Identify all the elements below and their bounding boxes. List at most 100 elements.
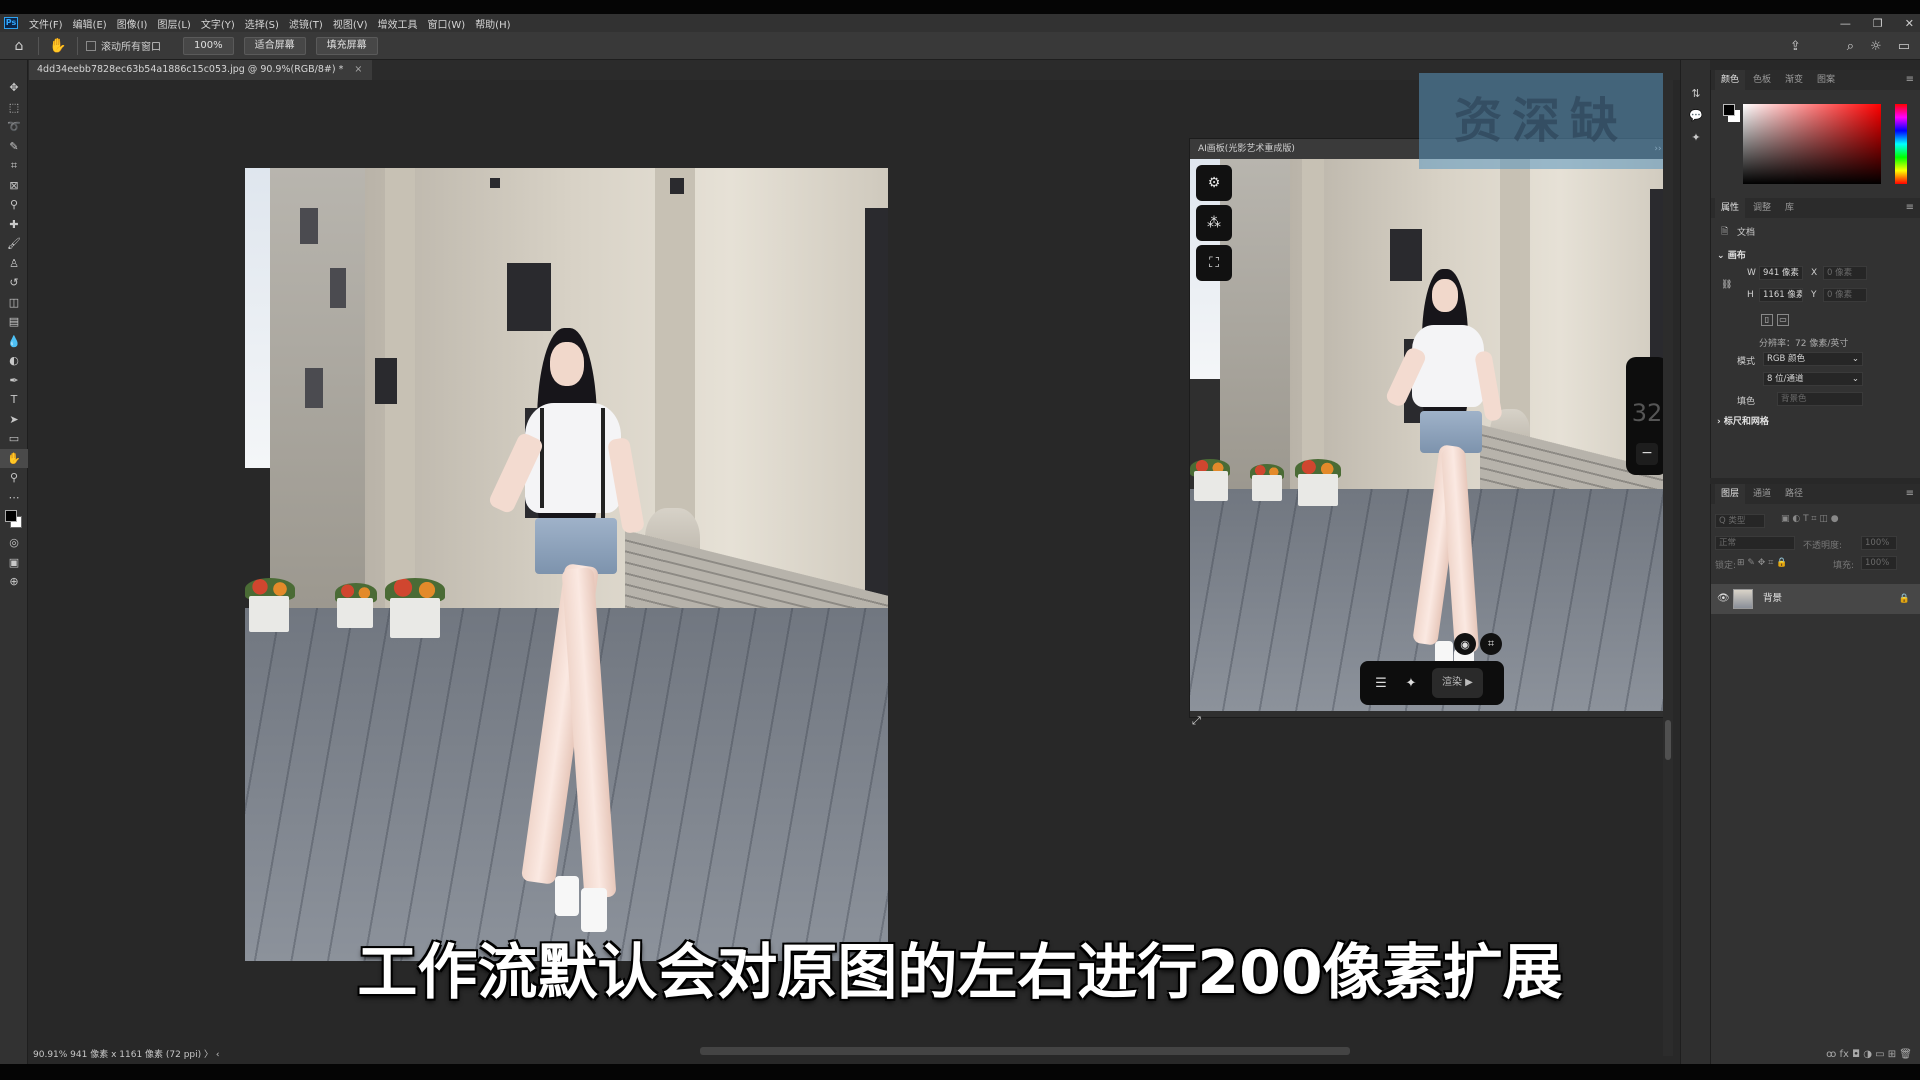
width-field[interactable]: 941 像素 xyxy=(1759,266,1803,280)
horizontal-scrollbar[interactable] xyxy=(700,1047,1350,1055)
panel-foreground-swatch[interactable] xyxy=(1723,104,1735,116)
path-select-tool-icon[interactable]: ➤ xyxy=(0,410,28,430)
menu-plugins[interactable]: 增效工具 xyxy=(372,16,422,31)
stamp-tool-icon[interactable]: ♙ xyxy=(0,254,28,274)
more-tools-icon[interactable]: ⋯ xyxy=(0,488,28,508)
fill-opacity-field[interactable]: 100% xyxy=(1861,556,1897,570)
gradient-tool-icon[interactable]: ▤ xyxy=(0,312,28,332)
landscape-orientation-icon[interactable]: ▭ xyxy=(1777,314,1789,326)
target-icon[interactable]: ◉ xyxy=(1454,633,1476,655)
quick-mask-icon[interactable]: ◎ xyxy=(0,533,28,553)
fill-screen-button[interactable]: 填充屏幕 xyxy=(315,36,378,55)
menu-lines-icon[interactable]: ☰ xyxy=(1368,670,1394,696)
blend-mode-select[interactable]: 正常 xyxy=(1715,536,1795,550)
menu-type[interactable]: 文字(Y) xyxy=(196,16,240,31)
search-icon[interactable]: ⌕ xyxy=(1847,39,1854,54)
tab-color[interactable]: 颜色 xyxy=(1715,70,1746,90)
fill-select[interactable]: 背景色 xyxy=(1777,392,1863,406)
menu-edit[interactable]: 编辑(E) xyxy=(68,16,112,31)
plugin-icon[interactable]: ✦ xyxy=(1681,126,1711,148)
pen-tool-icon[interactable]: ✒ xyxy=(0,371,28,391)
home-icon[interactable]: ⌂ xyxy=(8,35,30,57)
vertical-scroll-thumb[interactable] xyxy=(1665,720,1671,760)
menu-view[interactable]: 视图(V) xyxy=(328,16,373,31)
fullscreen-icon[interactable]: ⛶ xyxy=(1196,245,1232,281)
menu-window[interactable]: 窗口(W) xyxy=(422,16,470,31)
layer-row-background[interactable]: 👁 背景 🔒 xyxy=(1711,584,1920,614)
blur-tool-icon[interactable]: 💧 xyxy=(0,332,28,352)
panel-menu-icon[interactable]: ≡ xyxy=(1906,70,1914,90)
nodes-icon[interactable]: ⁂ xyxy=(1196,205,1232,241)
layer-filter-input[interactable]: Q 类型 xyxy=(1715,514,1765,528)
menu-help[interactable]: 帮助(H) xyxy=(470,16,515,31)
minimize-button[interactable]: — xyxy=(1840,17,1851,30)
x-field[interactable]: 0 像素 xyxy=(1823,266,1867,280)
fit-screen-button[interactable]: 适合屏幕 xyxy=(243,36,306,55)
shape-tool-icon[interactable]: ▭ xyxy=(0,429,28,449)
tab-layers[interactable]: 图层 xyxy=(1715,484,1746,504)
ai-preview-panel[interactable]: AI画板(光影艺术重成版) ›› ≡ xyxy=(1189,138,1664,727)
comments-icon[interactable]: 💬 xyxy=(1681,104,1711,126)
scroll-all-windows-checkbox[interactable] xyxy=(86,40,96,51)
render-button[interactable]: 渲染 ▶ xyxy=(1432,668,1483,698)
tab-gradients[interactable]: 渐变 xyxy=(1779,70,1809,90)
color-swatches[interactable] xyxy=(0,507,28,533)
close-button[interactable]: ✕ xyxy=(1905,17,1914,30)
tab-adjustments[interactable]: 调整 xyxy=(1747,198,1777,218)
frame-tool-icon[interactable]: ⊠ xyxy=(0,176,28,196)
tab-patterns[interactable]: 图案 xyxy=(1811,70,1841,90)
foreground-color-swatch[interactable] xyxy=(5,510,17,522)
healing-brush-icon[interactable]: ✚ xyxy=(0,215,28,235)
link-icon[interactable]: ⛓ xyxy=(1721,280,1732,290)
rulers-grid-section-title[interactable]: › 标尺和网格 xyxy=(1717,414,1769,427)
tab-paths[interactable]: 路径 xyxy=(1779,484,1809,504)
vertical-scrollbar[interactable] xyxy=(1663,80,1673,1056)
panel-menu-icon[interactable]: ≡ xyxy=(1906,484,1914,504)
menu-layer[interactable]: 图层(L) xyxy=(152,16,195,31)
history-brush-icon[interactable]: ↺ xyxy=(0,273,28,293)
tab-swatches[interactable]: 色板 xyxy=(1747,70,1777,90)
resize-handle-icon[interactable]: ⤢ xyxy=(1192,714,1201,728)
menu-file[interactable]: 文件(F) xyxy=(24,16,68,31)
type-tool-icon[interactable]: T xyxy=(0,390,28,410)
move-tool-icon[interactable]: ✥ xyxy=(0,78,28,98)
layers-footer-icons[interactable]: ꝏ fx ◘ ◑ ▭ ⊞ 🗑 xyxy=(1711,1044,1920,1064)
menu-select[interactable]: 选择(S) xyxy=(240,16,284,31)
quick-select-tool-icon[interactable]: ✎ xyxy=(0,137,28,157)
workspace-icon[interactable]: ▭ xyxy=(1898,39,1910,54)
hue-slider[interactable] xyxy=(1895,104,1907,184)
height-field[interactable]: 1161 像素 xyxy=(1759,288,1803,302)
canvas-section-title[interactable]: ⌄ 画布 xyxy=(1717,248,1746,261)
discover-icon[interactable]: ☼ xyxy=(1870,39,1882,54)
screen-mode-icon[interactable]: ▣ xyxy=(0,553,28,573)
hand-tool-preset-icon[interactable]: ✋ xyxy=(47,35,69,57)
zoom-100-button[interactable]: 100% xyxy=(183,36,234,55)
share-icon[interactable]: ⇪ xyxy=(1790,39,1801,54)
bit-depth-select[interactable]: 8 位/通道 ⌄ xyxy=(1763,372,1863,386)
brush-tool-icon[interactable]: 🖌 xyxy=(0,234,28,254)
document-tab[interactable]: 4dd34eebb7828ec63b54a1886c15c053.jpg @ 9… xyxy=(29,60,373,80)
zoom-tool-icon[interactable]: ⚲ xyxy=(0,468,28,488)
marquee-tool-icon[interactable]: ⬚ xyxy=(0,98,28,118)
dodge-tool-icon[interactable]: ◐ xyxy=(0,351,28,371)
portrait-orientation-icon[interactable]: ▯ xyxy=(1761,314,1773,326)
color-picker-field[interactable] xyxy=(1743,104,1881,184)
mode-select[interactable]: RGB 颜色 ⌄ xyxy=(1763,352,1863,366)
eyedropper-tool-icon[interactable]: ⚲ xyxy=(0,195,28,215)
panel-menu-icon[interactable]: ≡ xyxy=(1906,198,1914,218)
restore-button[interactable]: ❐ xyxy=(1873,17,1883,30)
history-icon[interactable]: ⇅ xyxy=(1681,82,1711,104)
zoom-minus-button[interactable]: − xyxy=(1636,443,1658,465)
close-tab-icon[interactable]: × xyxy=(354,64,362,75)
settings-icon[interactable]: ⚙ xyxy=(1196,165,1232,201)
y-field[interactable]: 0 像素 xyxy=(1823,288,1867,302)
menu-image[interactable]: 图像(I) xyxy=(112,16,153,31)
zoom-control[interactable]: 32 − xyxy=(1626,357,1664,475)
opacity-field[interactable]: 100% xyxy=(1861,536,1897,550)
tab-properties[interactable]: 属性 xyxy=(1715,198,1746,218)
eraser-tool-icon[interactable]: ◫ xyxy=(0,293,28,313)
canvas-area[interactable]: AI画板(光影艺术重成版) ›› ≡ xyxy=(29,80,1664,1056)
crop-tool-icon[interactable]: ⌗ xyxy=(0,156,28,176)
menu-filter[interactable]: 滤镜(T) xyxy=(284,16,328,31)
lock-icons[interactable]: ⊞ ✎ ✥ ⌗ 🔒 xyxy=(1737,558,1787,568)
